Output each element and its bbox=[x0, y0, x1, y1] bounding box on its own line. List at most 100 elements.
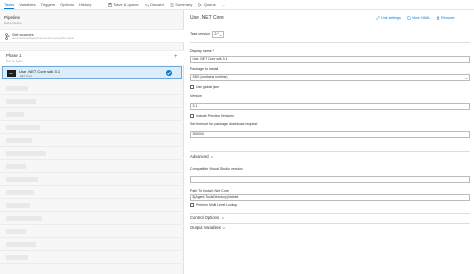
dotnet-icon: .NET bbox=[7, 69, 16, 77]
timeout-label: Set timeout for package download request bbox=[190, 122, 258, 126]
chevron-down-icon bbox=[464, 77, 468, 80]
use-global-json-checkbox[interactable] bbox=[190, 85, 194, 89]
task-properties-pane: Use .NET Core Link settings View YAML Re… bbox=[186, 10, 474, 274]
multi-level-lookup-row[interactable]: Perform Multi Level Lookup bbox=[190, 203, 237, 207]
timeout-input[interactable]: 300000 bbox=[190, 131, 470, 138]
top-bar: Tasks Variables Triggers Options History… bbox=[0, 0, 474, 10]
path-to-install-label: Path To Install .Net Core bbox=[190, 189, 229, 193]
divider bbox=[190, 42, 470, 43]
blurred-task-list bbox=[0, 82, 184, 264]
discard-button[interactable]: Discard bbox=[144, 2, 164, 7]
phase-title: Phase 1 bbox=[6, 53, 22, 58]
add-task-icon[interactable]: + bbox=[174, 54, 178, 60]
task-properties-title: Use .NET Core bbox=[190, 15, 224, 21]
multi-level-lookup-label: Perform Multi Level Lookup bbox=[196, 203, 238, 207]
advanced-label: Advanced bbox=[190, 154, 209, 159]
repository-icon bbox=[5, 33, 10, 40]
include-preview-label: Include Preview Versions bbox=[196, 114, 234, 118]
pipeline-subtitle: Build pipeline bbox=[4, 21, 22, 25]
tab-tasks[interactable]: Tasks bbox=[4, 2, 15, 9]
task-version-select[interactable]: 2.* bbox=[212, 31, 224, 38]
compatible-vs-input[interactable] bbox=[190, 176, 470, 183]
chevron-down-icon bbox=[222, 226, 226, 230]
chevron-down-icon bbox=[221, 216, 225, 220]
list-item bbox=[0, 199, 184, 212]
divider bbox=[190, 223, 470, 224]
chevron-down-icon bbox=[218, 34, 222, 37]
link-settings-label: Link settings bbox=[381, 16, 401, 20]
task-title: Use .NET Core sdk 3.1 bbox=[19, 68, 61, 74]
list-item bbox=[0, 186, 184, 199]
display-name-input[interactable]: Use .NET Core sdk 3.1 bbox=[190, 56, 470, 63]
control-options-label: Control Options bbox=[190, 215, 220, 220]
list-item bbox=[0, 95, 184, 108]
compatible-vs-label: Compatible Visual Studio version bbox=[190, 167, 243, 171]
tab-history[interactable]: History bbox=[79, 2, 91, 9]
control-options-toggle[interactable]: Control Options bbox=[190, 215, 225, 220]
multi-level-lookup-checkbox[interactable] bbox=[190, 203, 194, 207]
list-item bbox=[0, 251, 184, 264]
tab-strip: Tasks Variables Triggers Options History bbox=[4, 2, 91, 9]
trash-icon bbox=[436, 16, 440, 20]
link-settings-button[interactable]: Link settings bbox=[376, 16, 401, 20]
tab-options[interactable]: Options bbox=[60, 2, 74, 9]
save-queue-label: Save & queue bbox=[113, 2, 139, 7]
chevron-up-icon bbox=[210, 155, 214, 159]
save-queue-button[interactable]: Save & queue bbox=[108, 2, 139, 7]
queue-button[interactable]: Queue bbox=[198, 2, 216, 7]
list-item bbox=[0, 238, 184, 251]
list-item bbox=[0, 82, 184, 95]
output-variables-toggle[interactable]: Output Variables bbox=[190, 225, 226, 230]
play-icon bbox=[198, 2, 203, 7]
pipeline-header[interactable]: Pipeline Build pipeline bbox=[4, 15, 22, 25]
package-to-install-label: Package to install bbox=[190, 67, 219, 71]
task-version-label: Task version bbox=[190, 32, 210, 36]
list-item bbox=[0, 121, 184, 134]
list-item bbox=[0, 108, 184, 121]
view-yaml-label: View YAML bbox=[411, 16, 431, 20]
package-to-install-value: SDK (contains runtime) bbox=[192, 75, 228, 79]
use-global-json-label: Use global json bbox=[196, 85, 220, 89]
document-icon bbox=[407, 16, 411, 20]
advanced-section-toggle[interactable]: Advanced bbox=[190, 154, 214, 159]
pipeline-pane: Pipeline Build pipeline Get sources deve… bbox=[0, 10, 184, 274]
phase-subtitle: Run on agent bbox=[6, 59, 23, 63]
path-to-install-input[interactable]: $(Agent.ToolsDirectory)/dotnet bbox=[190, 194, 470, 201]
use-global-json-row[interactable]: Use global json bbox=[190, 85, 219, 89]
version-label: Version bbox=[190, 94, 202, 98]
divider bbox=[190, 151, 470, 152]
display-name-label: Display name * bbox=[190, 49, 215, 53]
task-item-dotnet-core[interactable]: .NET Use .NET Core sdk 3.1 .NET Core bbox=[2, 66, 182, 79]
more-actions-button[interactable]: ... bbox=[222, 2, 225, 7]
tab-triggers[interactable]: Triggers bbox=[41, 2, 56, 9]
discard-label: Discard bbox=[150, 2, 164, 7]
view-yaml-button[interactable]: View YAML bbox=[407, 16, 430, 20]
list-item bbox=[0, 225, 184, 238]
list-item bbox=[0, 134, 184, 147]
pipeline-title: Pipeline bbox=[4, 15, 21, 20]
get-sources-subtitle: devenvironmenttogo/azure-ae-demo-ping-da… bbox=[12, 37, 75, 40]
dotnet-icon-text: .NET bbox=[8, 72, 14, 75]
output-variables-label: Output Variables bbox=[190, 225, 221, 230]
checkmark-icon bbox=[166, 70, 172, 76]
tab-variables[interactable]: Variables bbox=[19, 2, 35, 9]
save-icon bbox=[108, 2, 112, 7]
version-input[interactable]: 3.1 bbox=[190, 103, 470, 110]
list-item bbox=[0, 173, 184, 186]
summary-label: Summary bbox=[175, 2, 193, 7]
link-icon bbox=[376, 16, 380, 20]
include-preview-checkbox[interactable] bbox=[190, 114, 194, 118]
summary-button[interactable]: Summary bbox=[170, 2, 193, 7]
divider bbox=[190, 213, 470, 214]
package-to-install-select[interactable]: SDK (contains runtime) bbox=[190, 74, 470, 81]
remove-button[interactable]: Remove bbox=[436, 16, 455, 20]
phase-header[interactable]: Phase 1 Run on agent + bbox=[0, 50, 184, 65]
get-sources-item[interactable]: Get sources devenvironmenttogo/azure-ae-… bbox=[0, 29, 184, 43]
toolbar-actions: Save & queue Discard Summary Queue ... bbox=[108, 2, 225, 7]
list-item bbox=[0, 147, 184, 160]
remove-label: Remove bbox=[441, 16, 455, 20]
task-properties-links: Link settings View YAML Remove bbox=[376, 16, 455, 20]
queue-label: Queue bbox=[203, 2, 216, 7]
task-subtitle: .NET Core bbox=[19, 74, 33, 78]
include-preview-row[interactable]: Include Preview Versions bbox=[190, 114, 234, 118]
